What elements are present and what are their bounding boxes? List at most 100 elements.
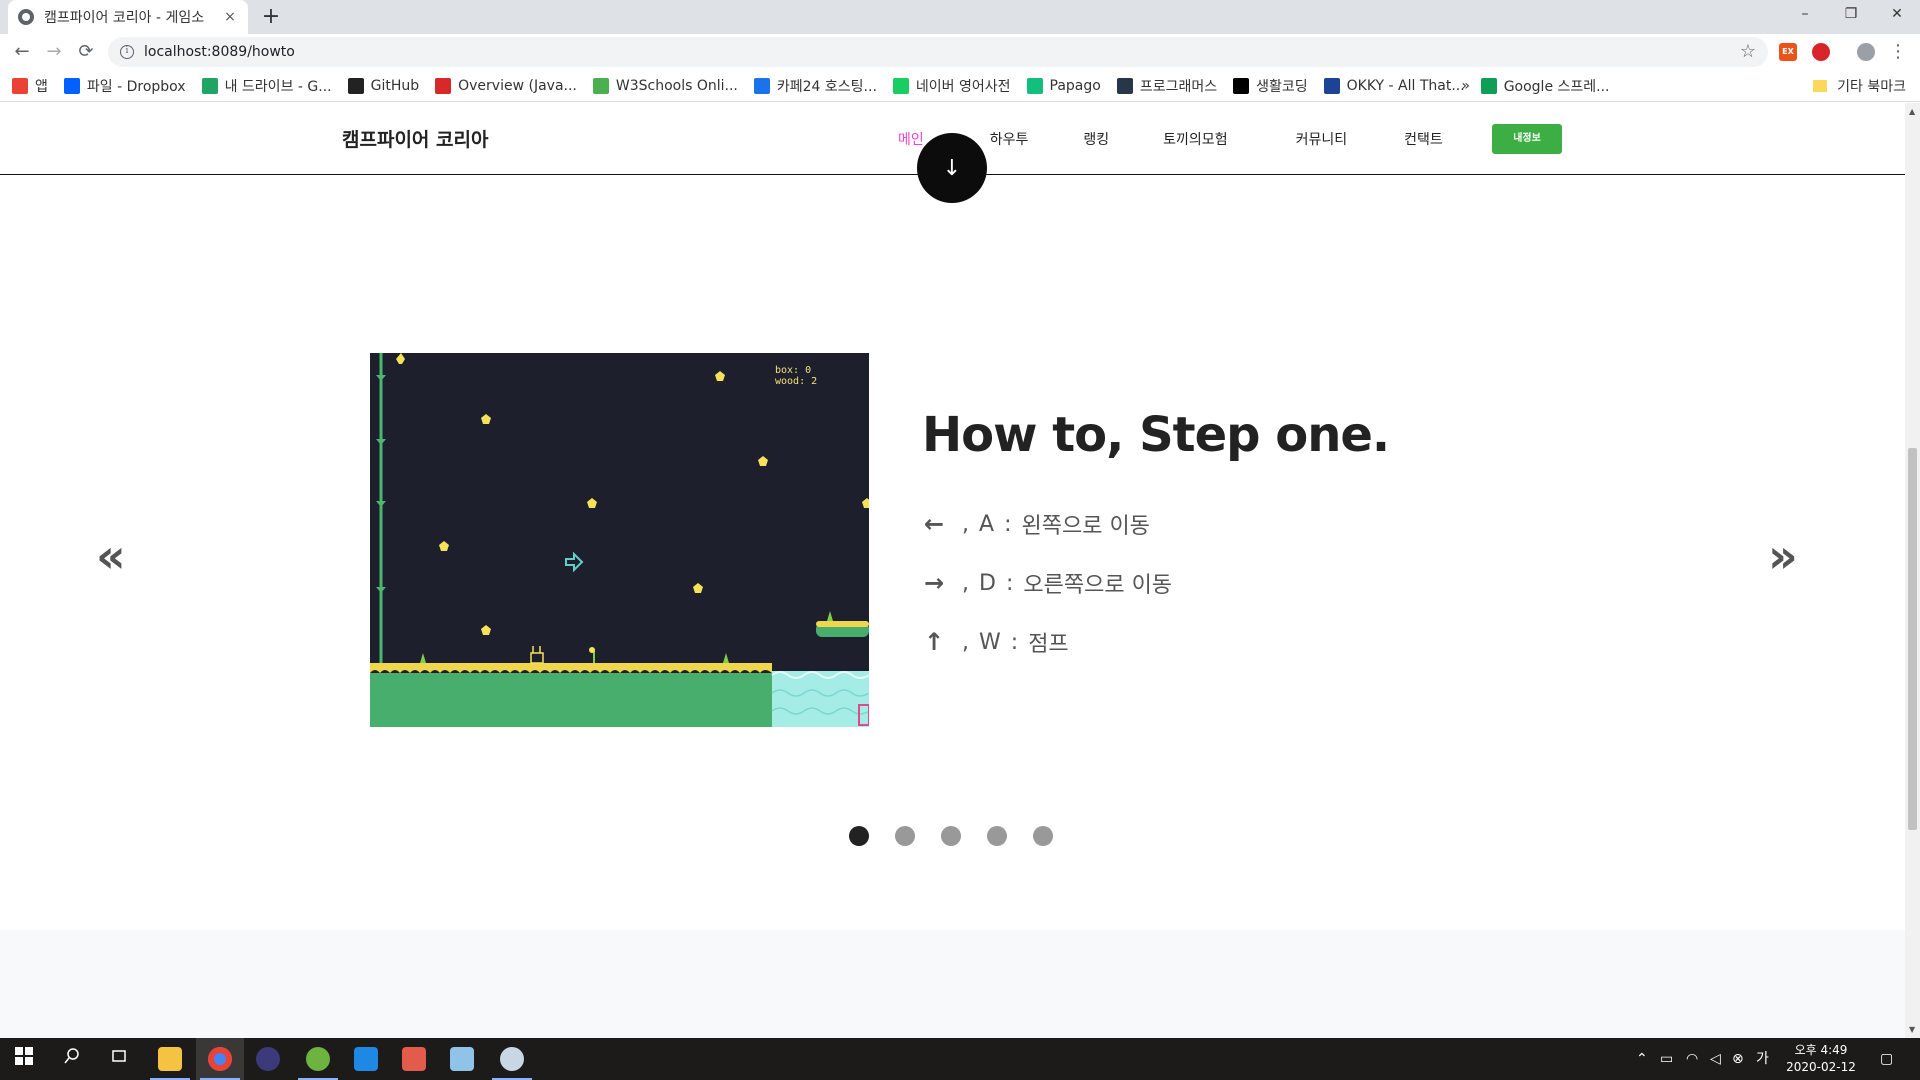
page-scrollbar[interactable]: ▲ ▼ [1905, 103, 1920, 1038]
carousel-dot[interactable] [987, 826, 1007, 846]
scroll-down-button[interactable]: ↓ [917, 133, 987, 203]
forward-button[interactable]: → [42, 40, 66, 64]
bookmark-item[interactable]: 카페24 호스팅... [753, 76, 877, 96]
naver-dict-icon [892, 77, 909, 94]
reload-button[interactable]: ⟳ [74, 40, 98, 64]
bookmark-star-icon[interactable]: ☆ [1740, 41, 1756, 62]
chrome-icon[interactable] [196, 1038, 244, 1080]
nav-item-1[interactable]: 하우투 [990, 129, 1029, 149]
bookmark-item[interactable]: 파일 - Dropbox [63, 76, 186, 96]
windows-taskbar: ⌃ ▭ ◠ ◁ ⊗ 가 오후 4:49 2020-02-12 ▢ [0, 1038, 1920, 1080]
carousel-dot[interactable] [941, 826, 961, 846]
close-tab-icon[interactable]: × [222, 9, 238, 25]
notification-icon[interactable]: ▢ [1880, 1038, 1893, 1080]
extension-ex-icon[interactable]: EX [1779, 43, 1797, 61]
search-icon[interactable] [60, 1047, 84, 1071]
browser-menu-icon[interactable]: ⋮ [1886, 40, 1910, 64]
tray-chevron-icon[interactable]: ⌃ [1636, 1038, 1648, 1080]
notepad-icon[interactable] [438, 1038, 486, 1080]
bookmark-item[interactable]: 네이버 영어사전 [892, 76, 1011, 96]
address-bar[interactable]: i localhost:8089/howto ☆ [108, 37, 1768, 67]
step-comma: , [962, 511, 969, 537]
app-red-icon[interactable] [390, 1038, 438, 1080]
sheets-icon [1480, 77, 1497, 94]
site-brand[interactable]: 캠프파이어 코리아 [342, 125, 488, 152]
step-colon: : [1005, 570, 1014, 596]
eclipse-icon[interactable] [244, 1038, 292, 1080]
arrow-key-icon: ← [923, 510, 945, 538]
howto-title: How to, Step one. [922, 407, 1390, 463]
bookmark-label: 파일 - Dropbox [86, 78, 186, 95]
step-comma: , [962, 570, 969, 596]
restore-button[interactable]: ❐ [1828, 0, 1874, 30]
other-bookmarks[interactable]: 기타 북마크 [1813, 76, 1906, 96]
tab-title: 캠프파이어 코리아 - 게임소 [44, 10, 205, 26]
arrow-key-icon: → [923, 569, 945, 597]
bookmark-label: 앱 [35, 78, 48, 95]
carousel-dot[interactable] [849, 826, 869, 846]
task-view-icon[interactable] [107, 1047, 131, 1071]
howto-step: →, D: 오른쪽으로 이동 [922, 567, 1172, 599]
game-screenshot: box: 0 wood: 2 [370, 353, 869, 727]
bookmark-item[interactable]: 프로그래머스 [1116, 76, 1218, 96]
bookmark-label: Papago [1049, 77, 1101, 94]
bookmark-label: 프로그래머스 [1139, 78, 1218, 95]
back-button[interactable]: ← [10, 40, 34, 64]
new-tab-button[interactable]: + [258, 4, 284, 30]
page-content: 캠프파이어 코리아 메인하우투랭킹토끼의모험커뮤니티컨택트로그아웃 내정보 ↓ … [0, 103, 1905, 1038]
bookmark-item[interactable]: Papago [1026, 77, 1101, 94]
howto-step: ←, A: 왼쪽으로 이동 [922, 508, 1150, 540]
nav-item-4[interactable]: 커뮤니티 [1296, 129, 1348, 149]
drive-icon [201, 77, 218, 94]
url-text[interactable]: localhost:8089/howto [144, 44, 295, 60]
bookmark-item[interactable]: Overview (Java... [435, 77, 577, 94]
scrollbar-thumb[interactable] [1908, 448, 1917, 830]
minimize-button[interactable]: – [1782, 0, 1828, 30]
ime-icon[interactable]: 가 [1756, 1038, 1769, 1080]
bookmark-item[interactable]: OKKY - All That... [1323, 77, 1465, 94]
info-icon[interactable]: i [120, 45, 134, 59]
profile-avatar[interactable] [1857, 43, 1875, 61]
nav-item-3[interactable]: 토끼의모험 [1163, 129, 1227, 149]
file-explorer-icon[interactable] [146, 1038, 194, 1080]
scroll-up-arrow-icon[interactable]: ▲ [1909, 107, 1915, 116]
paint-icon[interactable] [488, 1038, 536, 1080]
carousel-prev-button[interactable]: « [96, 533, 126, 579]
bookmark-item[interactable]: 앱 [12, 76, 48, 96]
globe-icon [18, 9, 34, 25]
scroll-down-arrow-icon[interactable]: ▼ [1909, 1025, 1915, 1034]
carousel-dot[interactable] [895, 826, 915, 846]
vscode-icon[interactable] [342, 1038, 390, 1080]
nav-item-5[interactable]: 컨택트 [1404, 129, 1443, 149]
carousel-dot[interactable] [1033, 826, 1053, 846]
bookmark-label: 네이버 영어사전 [915, 78, 1011, 95]
arrow-key-icon: ↑ [923, 628, 945, 656]
my-info-button[interactable]: 내정보 [1492, 124, 1562, 154]
bookmark-item[interactable]: 생활코딩 [1233, 76, 1308, 96]
nav-item-0[interactable]: 메인 [898, 129, 924, 149]
apps-icon [12, 77, 28, 94]
battery-icon[interactable]: ▭ [1660, 1038, 1673, 1080]
bookmark-item[interactable]: W3Schools Onli... [592, 77, 738, 94]
network-icon[interactable]: ◠ [1686, 1038, 1698, 1080]
carousel-next-button[interactable]: » [1768, 533, 1798, 579]
w3schools-icon [592, 77, 609, 94]
bookmark-item[interactable]: 내 드라이브 - G... [201, 76, 332, 96]
bookmark-item[interactable]: Google 스프레... [1480, 76, 1610, 96]
nav-item-2[interactable]: 랭킹 [1083, 129, 1109, 149]
dropbox-icon [63, 77, 80, 94]
spring-tool-icon[interactable] [294, 1038, 342, 1080]
taskbar-clock[interactable]: 오후 4:49 2020-02-12 [1778, 1042, 1864, 1076]
java-icon [435, 77, 452, 94]
bookmarks-overflow-icon[interactable]: » [1461, 78, 1470, 94]
bookmark-item[interactable]: GitHub [347, 77, 419, 94]
step-comma: , [962, 629, 969, 655]
sync-status-icon[interactable]: ⊗ [1732, 1038, 1744, 1080]
footer-band [0, 930, 1905, 1038]
bookmark-label: W3Schools Onli... [615, 77, 738, 94]
extension-red-icon[interactable] [1812, 43, 1830, 61]
close-window-button[interactable]: ✕ [1874, 0, 1920, 30]
browser-tab[interactable]: 캠프파이어 코리아 - 게임소 × [8, 0, 248, 34]
volume-icon[interactable]: ◁ [1710, 1038, 1721, 1080]
windows-start-icon[interactable] [12, 1047, 36, 1071]
